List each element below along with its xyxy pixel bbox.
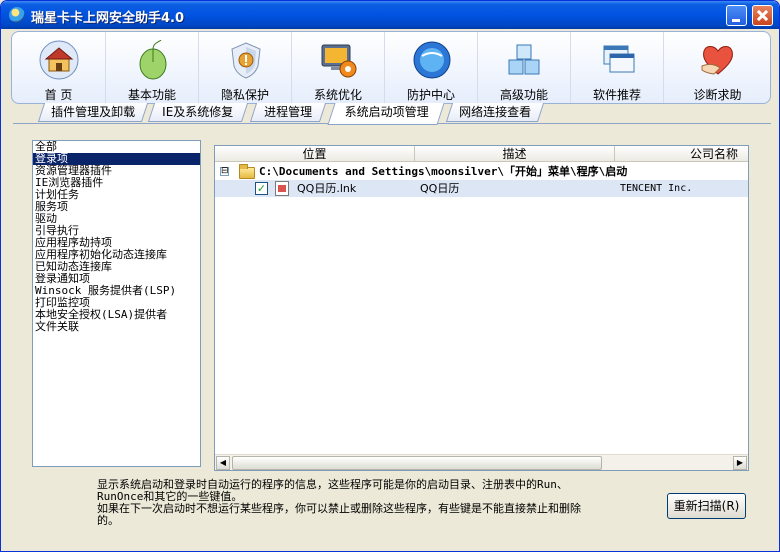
shield-icon	[231, 42, 261, 79]
column-company[interactable]: 公司名称	[615, 146, 748, 162]
heart-hands-icon	[701, 46, 733, 75]
table-row-folder[interactable]: ⊟ C:\Documents and Settings\moonsilver\「…	[215, 163, 748, 180]
toolbar-home-label: 首 页	[44, 88, 73, 102]
tab-network[interactable]: 网络连接查看	[445, 103, 545, 122]
home-icon	[39, 40, 79, 80]
toolbar-diagnose-label: 诊断求助	[693, 88, 742, 102]
monitor-gear-icon	[321, 44, 357, 78]
toolbar-basic-label: 基本功能	[127, 88, 176, 102]
tab-strip: 插件管理及卸载 IE及系统修复 进程管理 系统启动项管理 网络连接查看	[31, 103, 771, 125]
toolbar-diagnose[interactable]: 诊断求助	[663, 32, 771, 103]
toolbar-software[interactable]: 软件推荐	[570, 32, 663, 103]
tab-ie-repair[interactable]: IE及系统修复	[147, 103, 249, 122]
toolbar-advanced-label: 高级功能	[499, 88, 548, 102]
toolbar-privacy[interactable]: 隐私保护	[198, 32, 291, 103]
table-row[interactable]: ✓ QQ日历.lnk QQ日历 TENCENT Inc.	[215, 180, 748, 197]
scroll-right-arrow-icon[interactable]: ▶	[733, 456, 747, 470]
globe-icon	[413, 41, 451, 79]
window-title: 瑞星卡卡上网安全助手4.0	[31, 11, 185, 26]
collapse-toggle[interactable]: ⊟	[220, 167, 229, 176]
column-location[interactable]: 位置	[215, 146, 415, 162]
toolbar-home[interactable]: 首 页	[12, 32, 105, 103]
toolbar-protection-label: 防护中心	[406, 88, 455, 102]
toolbar-software-label: 软件推荐	[592, 88, 641, 102]
toolbar-basic[interactable]: 基本功能	[105, 32, 198, 103]
cell-company: TENCENT Inc.	[620, 183, 693, 194]
cell-location: QQ日历.lnk	[297, 182, 357, 195]
app-logo-icon	[9, 7, 25, 23]
list-item[interactable]: 服务项	[33, 201, 200, 213]
toolbar-privacy-label: 隐私保护	[220, 88, 269, 102]
minimize-button[interactable]	[726, 5, 747, 26]
folder-path: C:\Documents and Settings\moonsilver\「开始…	[259, 165, 628, 178]
main-toolbar: 首 页 基本功能 隐私保护 系统优化 防护中心 高级功能 软件推荐 诊断求助	[11, 31, 771, 104]
toolbar-optimize-label: 系统优化	[313, 88, 362, 102]
cubes-icon	[508, 44, 540, 75]
rescan-button[interactable]: 重新扫描(R)	[667, 493, 746, 519]
main-window: 瑞星卡卡上网安全助手4.0 首 页 基本功能 隐私保护 系统优化 防护中心 高级…	[0, 0, 780, 552]
tab-plugins[interactable]: 插件管理及卸载	[37, 103, 149, 122]
folder-icon	[239, 164, 255, 179]
toolbar-advanced[interactable]: 高级功能	[477, 32, 570, 103]
close-button[interactable]	[752, 5, 773, 26]
windows-icon	[603, 45, 635, 73]
cell-description: QQ日历	[420, 182, 460, 195]
title-bar[interactable]: 瑞星卡卡上网安全助手4.0	[1, 1, 779, 29]
tab-startup[interactable]: 系统启动项管理	[327, 103, 445, 125]
startup-items-table[interactable]: 位置 描述 公司名称 ⊟ C:\Documents and Settings\m…	[214, 145, 749, 471]
category-list[interactable]: 全部 登录项 资源管理器插件 IE浏览器插件 计划任务 服务项 驱动 引导执行 …	[32, 140, 201, 467]
horizontal-scrollbar[interactable]: ◀ ▶	[215, 454, 748, 470]
column-description[interactable]: 描述	[415, 146, 615, 162]
toolbar-optimize[interactable]: 系统优化	[291, 32, 384, 103]
table-header: 位置 描述 公司名称	[215, 146, 748, 162]
shortcut-file-icon	[275, 181, 289, 196]
tab-process[interactable]: 进程管理	[249, 103, 327, 122]
list-item[interactable]: 文件关联	[33, 321, 200, 333]
scroll-thumb[interactable]	[232, 456, 602, 470]
description-text: 显示系统启动和登录时自动运行的程序的信息，这些程序可能是你的启动目录、注册表中的…	[97, 478, 581, 527]
enable-checkbox[interactable]: ✓	[255, 182, 268, 195]
toolbar-protection[interactable]: 防护中心	[384, 32, 477, 103]
mouse-icon	[139, 40, 167, 80]
scroll-left-arrow-icon[interactable]: ◀	[216, 456, 230, 470]
